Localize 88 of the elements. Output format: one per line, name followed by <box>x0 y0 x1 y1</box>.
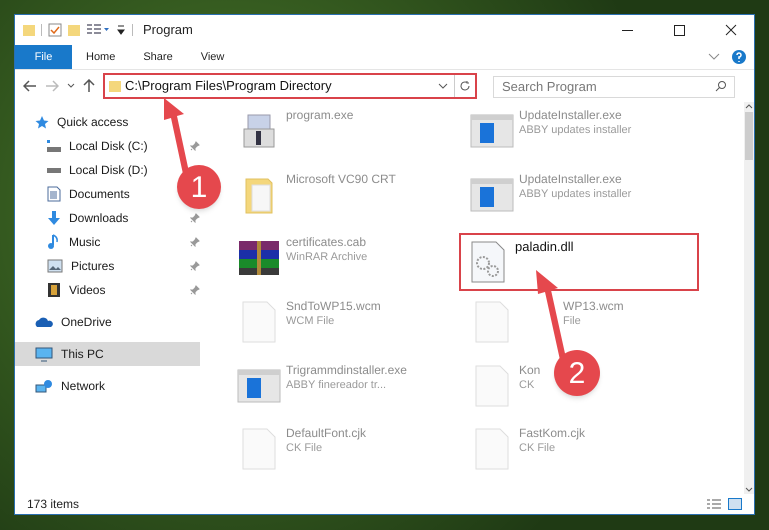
details-view-icon[interactable] <box>706 498 722 510</box>
download-arrow-icon <box>47 210 61 226</box>
film-icon <box>47 282 61 298</box>
scrollbar-thumb[interactable] <box>745 112 753 160</box>
properties-icon <box>48 23 62 37</box>
large-icons-view-icon[interactable] <box>728 498 742 510</box>
address-field[interactable]: C:\Program Files\Program Directory <box>103 73 477 99</box>
nav-item[interactable]: Local Disk (D:) <box>15 158 156 182</box>
file-name: Kon <box>519 362 540 378</box>
file-type: CK <box>519 378 536 393</box>
file-item[interactable]: paladin.dll <box>461 235 697 290</box>
drive-icon <box>47 140 61 152</box>
blank-file-icon <box>475 364 509 407</box>
file-type: CK File <box>519 441 556 456</box>
ribbon-tab[interactable]: Share <box>129 45 187 69</box>
nav-item[interactable]: Downloads <box>15 206 136 230</box>
nav-item[interactable]: Quick access <box>15 110 136 134</box>
view-options-icon <box>86 23 110 37</box>
dropdown-caret-icon[interactable] <box>438 82 448 90</box>
file-name: UpdateInstaller.exe <box>519 172 623 187</box>
help-icon[interactable] <box>732 50 746 64</box>
file-name: paladin.dll <box>515 239 574 254</box>
file-type: ABBY updates installer <box>519 123 632 138</box>
folder-icon <box>109 80 121 92</box>
recent-caret-icon[interactable] <box>67 83 75 89</box>
file-name: Trigrammdinstaller.exe <box>286 362 407 378</box>
drive-icon <box>47 168 61 172</box>
pin-icon[interactable] <box>190 261 200 271</box>
item-count: 173 items <box>27 496 80 513</box>
file-type: ABBY updates installer <box>519 186 632 202</box>
folder-icon <box>23 24 35 36</box>
network-icon <box>35 378 53 394</box>
computer-icon <box>35 346 53 362</box>
nav-item[interactable]: Videos <box>15 278 114 302</box>
application-icon <box>470 178 514 212</box>
file-name: UpdateInstaller.exe <box>519 108 623 123</box>
cloud-icon <box>35 316 53 328</box>
blank-file-icon <box>475 301 509 343</box>
music-note-icon <box>47 234 61 250</box>
blank-file-icon <box>242 428 276 470</box>
up-arrow-icon[interactable] <box>83 79 95 93</box>
file-name: DefaultFont.cjk <box>286 426 366 442</box>
file-type: WCM File <box>286 314 336 329</box>
window-title: Program <box>143 21 193 40</box>
maximize-icon <box>674 24 684 36</box>
gears-file-icon <box>471 241 505 284</box>
ribbon-tab[interactable]: View <box>186 45 238 69</box>
pin-icon[interactable] <box>190 213 200 223</box>
file-type: File <box>563 314 582 329</box>
search-icon <box>715 80 727 92</box>
nav-item[interactable]: OneDrive <box>15 310 120 334</box>
document-icon <box>47 186 61 202</box>
nav-item[interactable]: Network <box>15 374 114 398</box>
nav-item[interactable]: This PC <box>15 342 200 366</box>
nav-item[interactable]: Local Disk (C:) <box>15 134 156 158</box>
file-name: certificates.cab <box>286 235 368 250</box>
archive-icon <box>237 239 281 278</box>
pin-icon[interactable] <box>190 237 200 247</box>
blank-file-icon <box>475 428 509 470</box>
ribbon-tab[interactable]: File <box>15 45 72 69</box>
star-icon <box>35 115 49 129</box>
back-arrow-icon[interactable] <box>23 80 37 92</box>
file-name: SndToWP15.wcm <box>286 299 381 314</box>
application-icon <box>237 368 281 403</box>
file-name: program.exe <box>286 108 354 123</box>
nav-item[interactable]: Documents <box>15 182 138 206</box>
nav-item[interactable]: Pictures <box>15 254 122 278</box>
file-name: Microsoft VC90 CRT <box>286 172 396 187</box>
customize-caret-icon[interactable] <box>116 24 126 36</box>
pin-icon[interactable] <box>190 285 200 295</box>
file-type: CK File <box>286 441 324 456</box>
close-icon <box>725 24 737 36</box>
file-type: WinRAR Archive <box>286 250 368 266</box>
scrollbar[interactable] <box>744 102 754 494</box>
chevron-down-icon[interactable] <box>708 53 720 61</box>
search-field[interactable]: Search Program <box>493 76 735 98</box>
nav-item[interactable]: Music <box>15 230 108 254</box>
file-type: ABBY finereador tr... <box>286 378 388 393</box>
pin-icon[interactable] <box>190 141 200 151</box>
blank-file-icon <box>242 301 276 343</box>
picture-icon <box>47 259 63 273</box>
installer-icon <box>242 113 276 149</box>
file-name: WP13.wcm <box>563 299 624 314</box>
new-folder-icon <box>68 24 80 36</box>
file-name: FastKom.cjk <box>519 426 586 442</box>
ribbon-tab[interactable]: Home <box>72 45 130 69</box>
application-icon <box>470 114 514 148</box>
refresh-icon[interactable] <box>459 80 471 92</box>
